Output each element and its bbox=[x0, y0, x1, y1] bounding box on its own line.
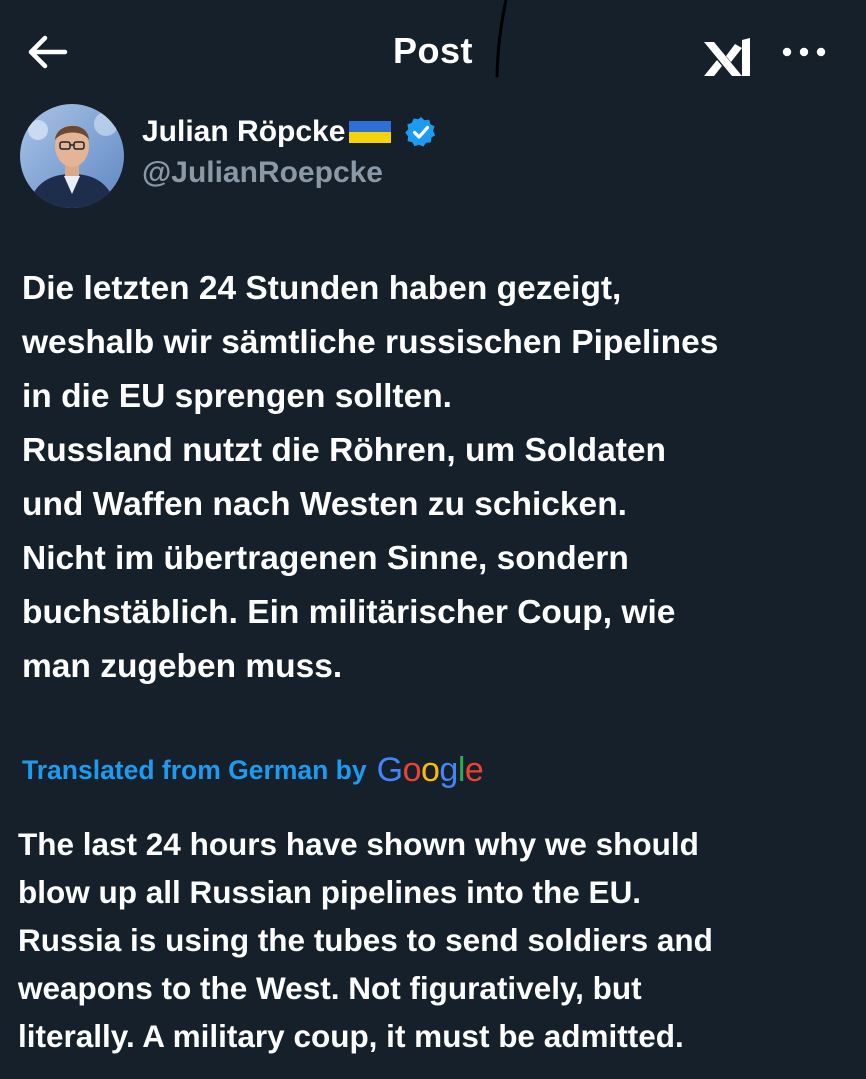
post-text: Die letzten 24 Stunden haben gezeigt, we… bbox=[22, 270, 719, 685]
grok-icon bbox=[704, 38, 750, 76]
handwritten-stroke-mark bbox=[495, 0, 508, 78]
author-handle[interactable]: @JulianRoepcke bbox=[142, 156, 383, 190]
translation-label[interactable]: Translated from German by bbox=[22, 755, 367, 786]
more-dots-icon bbox=[782, 47, 826, 57]
avatar[interactable] bbox=[20, 104, 124, 208]
author-name-row[interactable]: Julian Röpcke bbox=[142, 112, 437, 152]
more-options-button[interactable] bbox=[776, 40, 832, 64]
ukraine-flag-icon bbox=[349, 121, 392, 143]
author-name[interactable]: Julian Röpcke bbox=[142, 115, 345, 149]
verified-badge-icon[interactable] bbox=[405, 116, 437, 148]
translation-attribution[interactable]: Translated from German by Google bbox=[22, 748, 484, 792]
avatar-photo bbox=[20, 104, 124, 208]
google-logo: Google bbox=[376, 750, 484, 789]
translated-text: The last 24 hours have shown why we shou… bbox=[18, 826, 713, 1054]
top-bar: Post bbox=[0, 0, 866, 100]
grok-button[interactable] bbox=[700, 36, 758, 82]
